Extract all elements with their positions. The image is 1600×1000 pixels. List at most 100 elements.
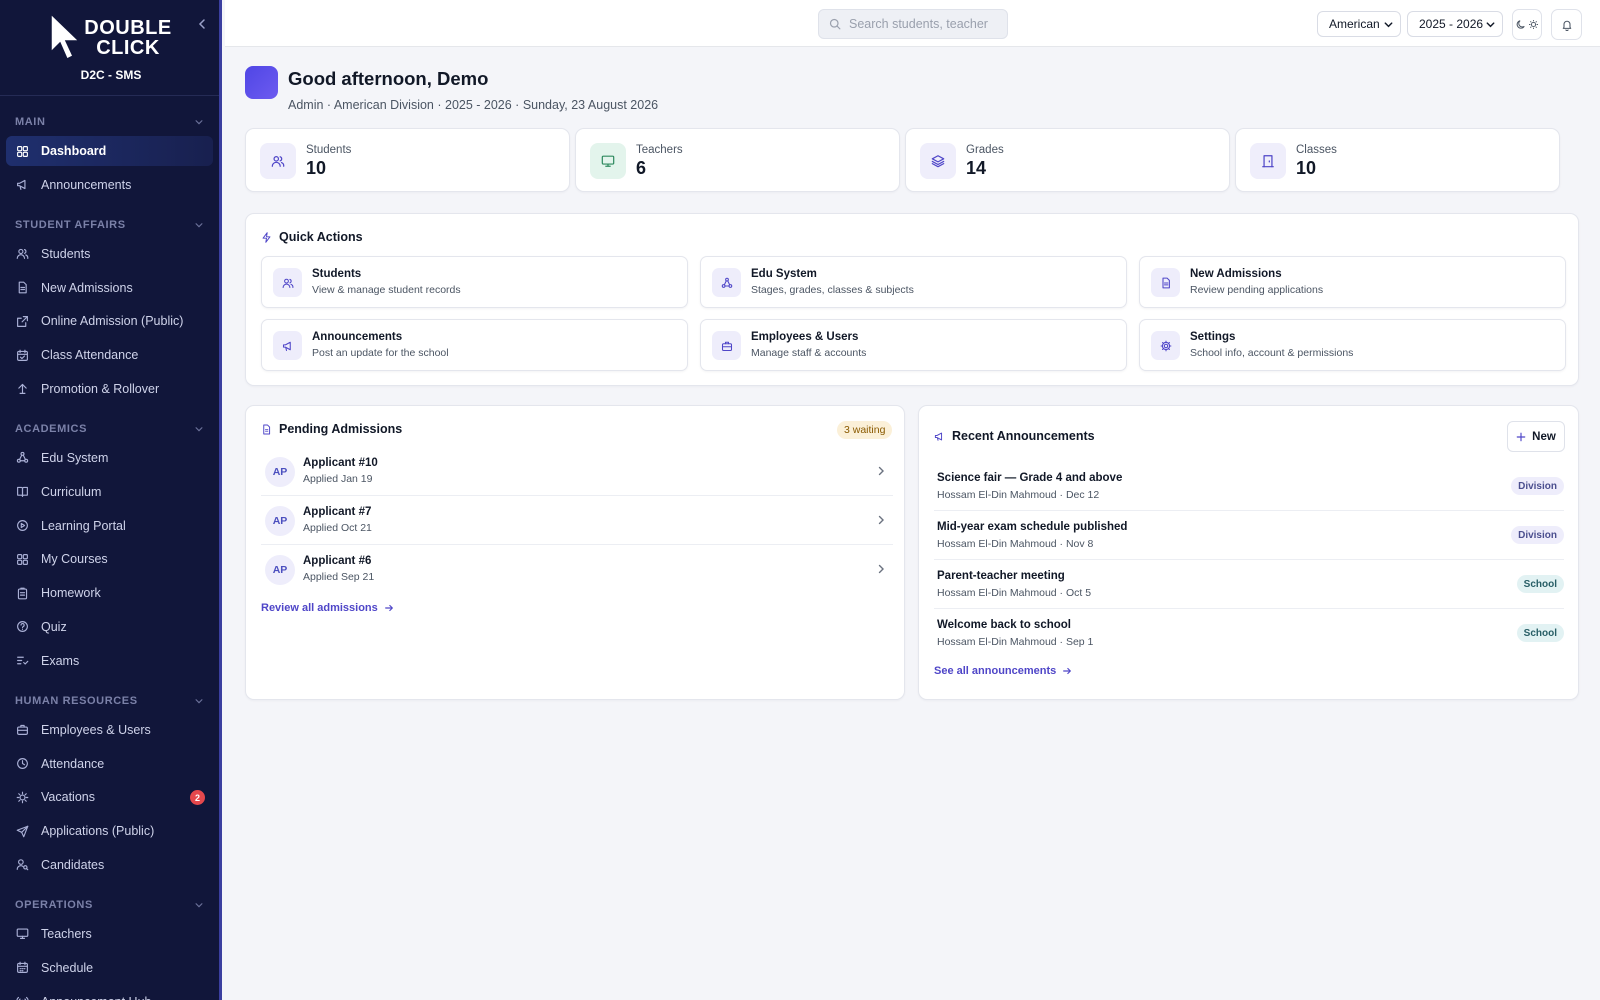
quick-action-edu-system[interactable]: Edu System Stages, grades, classes & sub… (700, 256, 1127, 308)
sidebar-item-edu-system[interactable]: Edu System (6, 443, 213, 473)
sidebar-item-my-courses[interactable]: My Courses (6, 544, 213, 574)
avatar: AP (265, 457, 295, 487)
quick-action-new-admissions[interactable]: New Admissions Review pending applicatio… (1139, 256, 1566, 308)
chevron-right-icon (878, 515, 884, 525)
stat-card-grades[interactable]: Grades 14 (905, 128, 1230, 192)
collapse-sidebar-icon[interactable] (194, 16, 210, 32)
quick-action-announcements[interactable]: Announcements Post an update for the sch… (261, 319, 688, 371)
new-announcement-label: New (1532, 430, 1556, 443)
sidebar-item-announcements[interactable]: Announcements (6, 170, 213, 200)
stat-card-students[interactable]: Students 10 (245, 128, 570, 192)
file-icon (1161, 277, 1170, 288)
nav-section-header[interactable]: ACADEMICS (0, 420, 219, 438)
topbar: American 2025 - 2026 (225, 0, 1600, 47)
sidebar-item-new-admissions[interactable]: New Admissions (6, 273, 213, 303)
book-icon (17, 487, 28, 498)
table-row[interactable]: AP Applicant #10 Applied Jan 19 (261, 447, 893, 496)
chevron-down-icon (195, 427, 203, 432)
sidebar-item-applications-public[interactable]: Applications (Public) (6, 816, 213, 846)
sidebar-item-promotion-rollover[interactable]: Promotion & Rollover (6, 374, 213, 404)
stat-icon-box (260, 143, 296, 179)
nav-section-header[interactable]: MAIN (0, 113, 219, 131)
theme-toggle-button[interactable] (1512, 9, 1542, 40)
quick-action-settings[interactable]: Settings School info, account & permissi… (1139, 319, 1566, 371)
see-all-announcements-link[interactable]: See all announcements (934, 665, 1072, 677)
sidebar-item-dashboard[interactable]: Dashboard (6, 136, 213, 166)
table-row[interactable]: AP Applicant #7 Applied Oct 21 (261, 496, 893, 545)
scope-badge: Division (1511, 526, 1564, 544)
sidebar-item-label: Employees & Users (41, 722, 151, 737)
review-all-admissions-link[interactable]: Review all admissions (261, 602, 394, 614)
sidebar-item-online-admission-public[interactable]: Online Admission (Public) (6, 306, 213, 336)
list-item[interactable]: Mid-year exam schedule published Hossam … (934, 511, 1564, 560)
list-item[interactable]: Science fair — Grade 4 and above Hossam … (934, 462, 1564, 511)
brand-word-line1: DOUBLE (84, 17, 172, 39)
announcement-title: Mid-year exam schedule published (937, 521, 1128, 533)
briefcase-icon (721, 341, 732, 351)
nav-section-header[interactable]: HUMAN RESOURCES (0, 692, 219, 710)
sidebar-item-attendance[interactable]: Attendance (6, 749, 213, 779)
search-box[interactable] (818, 9, 1008, 39)
announcement-meta: Hossam El-Din Mahmoud · Dec 12 (937, 489, 1100, 501)
stat-card-teachers[interactable]: Teachers 6 (575, 128, 900, 192)
pending-admissions-title: Pending Admissions (279, 422, 403, 436)
sidebar-item-label: Curriculum (41, 484, 102, 499)
stat-icon-box (590, 143, 626, 179)
nav-section-header[interactable]: OPERATIONS (0, 896, 219, 914)
sidebar-item-learning-portal[interactable]: Learning Portal (6, 511, 213, 541)
user-search-icon (16, 859, 29, 871)
nav-section-header[interactable]: STUDENT AFFAIRS (0, 216, 219, 234)
greeting-subtitle: Admin · American Division · 2025 - 2026 … (288, 98, 659, 112)
sidebar-item-label: Promotion & Rollover (41, 381, 160, 396)
grid-icon (17, 145, 28, 157)
sidebar-item-homework[interactable]: Homework (6, 578, 213, 608)
sidebar-item-exams[interactable]: Exams (6, 646, 213, 676)
quick-action-title: Settings (1190, 331, 1236, 343)
notifications-button[interactable] (1551, 9, 1582, 40)
sidebar-item-employees-users[interactable]: Employees & Users (6, 715, 213, 745)
sidebar-item-students[interactable]: Students (6, 239, 213, 269)
layers-icon (931, 155, 945, 168)
sidebar-item-quiz[interactable]: Quiz (6, 612, 213, 642)
brand-logo[interactable]: DOUBLE CLICK (48, 12, 174, 62)
quick-action-students[interactable]: Students View & manage student records (261, 256, 688, 308)
division-select[interactable]: American (1317, 11, 1401, 37)
waiting-count-badge: 3 waiting (837, 421, 893, 439)
sidebar-nav: MAIN Dashboard Announcements STUDENT AFFA… (0, 113, 219, 1000)
sidebar-item-candidates[interactable]: Candidates (6, 850, 213, 880)
megaphone-icon (934, 432, 943, 441)
sidebar-item-label: Vacations (41, 790, 95, 805)
quick-action-icon-box (273, 268, 302, 297)
list-item[interactable]: Welcome back to school Hossam El-Din Mah… (934, 609, 1564, 658)
recent-announcements-header: Recent Announcements (934, 429, 1095, 443)
help-circle-icon (17, 621, 28, 633)
quick-actions-title: Quick Actions (279, 230, 363, 244)
search-input[interactable] (849, 17, 989, 31)
bell-icon (1562, 20, 1571, 31)
greeting: Good afternoon, Demo Admin · American Di… (245, 66, 1045, 120)
send-icon (16, 825, 29, 838)
sidebar-item-class-attendance[interactable]: Class Attendance (6, 340, 213, 370)
clock-icon (17, 758, 28, 770)
sun-icon (16, 791, 29, 804)
sidebar-item-schedule[interactable]: Schedule (6, 953, 213, 983)
nav-section-title: OPERATIONS (15, 898, 93, 911)
new-announcement-button[interactable]: New (1507, 421, 1565, 452)
list-item[interactable]: Parent-teacher meeting Hossam El-Din Mah… (934, 560, 1564, 609)
sidebar-item-teachers[interactable]: Teachers (6, 919, 213, 949)
announcement-meta: Hossam El-Din Mahmoud · Nov 8 (937, 538, 1094, 550)
sidebar-item-vacations[interactable]: Vacations 2 (6, 782, 213, 812)
academic-year-select[interactable]: 2025 - 2026 (1407, 11, 1503, 37)
sidebar-item-announcement-hub[interactable]: Announcement Hub (6, 987, 213, 1000)
announcement-title: Science fair — Grade 4 and above (937, 472, 1123, 484)
sidebar: DOUBLE CLICK D2C - SMS MAIN Dashboard An… (0, 0, 222, 1000)
quick-action-employees-users[interactable]: Employees & Users Manage staff & account… (700, 319, 1127, 371)
chevron-down-icon (195, 120, 203, 125)
chevron-down-icon (1384, 21, 1393, 27)
table-row[interactable]: AP Applicant #6 Applied Sep 21 (261, 545, 893, 594)
stat-value: 14 (966, 158, 987, 178)
stat-label: Classes (1296, 144, 1337, 156)
stat-card-classes[interactable]: Classes 10 (1235, 128, 1560, 192)
sidebar-item-curriculum[interactable]: Curriculum (6, 477, 213, 507)
chevron-down-icon (1486, 21, 1495, 27)
